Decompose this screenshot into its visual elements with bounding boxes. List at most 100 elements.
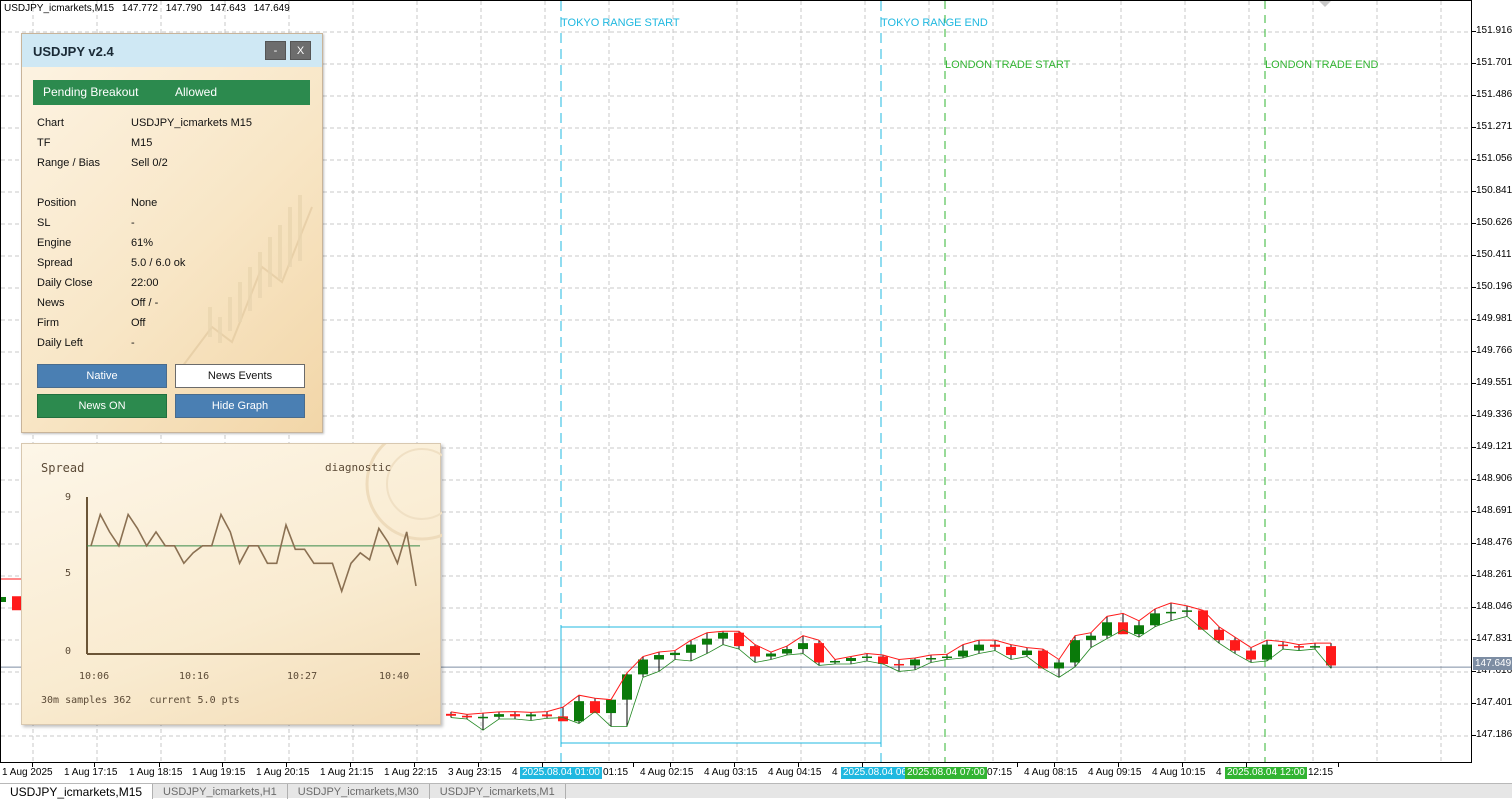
price-axis[interactable]: 151.916 151.701 151.486 151.271 151.056 150.8…: [1472, 0, 1512, 763]
candle-body: [1022, 650, 1032, 656]
row-value-position: None: [131, 197, 158, 209]
price-tick-mark: [1472, 479, 1476, 480]
time-tick-label: 07:15: [987, 767, 1013, 778]
price-tick-label: 148.476: [1476, 537, 1512, 548]
candle-body: [638, 659, 648, 675]
price-tick-mark: [1472, 735, 1476, 736]
native-button[interactable]: Native: [37, 364, 167, 388]
news-events-button[interactable]: News Events: [175, 364, 305, 388]
time-tick-mark: [734, 763, 735, 767]
tab-usdjpy-m1[interactable]: USDJPY_icmarkets,M1: [430, 784, 566, 799]
row-value-firm: Off: [131, 317, 146, 329]
ohlc-open: 147.772: [121, 3, 158, 14]
spread-widget-tag: diagnostic: [325, 461, 392, 474]
price-tick-mark: [1472, 447, 1476, 448]
hide-graph-button[interactable]: Hide Graph: [175, 394, 305, 418]
london-trade-end-label: LONDON TRADE END: [1265, 59, 1379, 71]
current-price-label: 147.649: [1473, 657, 1512, 670]
row-label-tf: TF: [37, 137, 51, 149]
price-tick-mark: [1472, 95, 1476, 96]
price-tick-label: 151.486: [1476, 89, 1512, 100]
price-tick-label: 148.261: [1476, 569, 1512, 580]
time-axis[interactable]: 1 Aug 2025 1 Aug 17:15 1 Aug 18:15 1 Aug 19…: [0, 763, 1472, 783]
time-tick-label: 4 Aug 10:15: [1152, 767, 1206, 778]
scroll-marker-icon[interactable]: [1319, 1, 1331, 7]
widget-bg-art: [386, 448, 442, 520]
time-tick-mark: [350, 763, 351, 767]
mode-status-bar: Pending Breakout Allowed: [33, 80, 310, 105]
candle: [526, 712, 536, 721]
candle-body: [670, 652, 680, 656]
price-tick-label: 149.981: [1476, 313, 1512, 324]
row-label-chart: Chart: [37, 117, 64, 129]
time-tick-label: 4: [512, 767, 518, 778]
tab-usdjpy-m30[interactable]: USDJPY_icmarkets,M30: [288, 784, 430, 799]
spread-graph-canvas: [86, 444, 442, 655]
row-value-daily-close: 22:00: [131, 277, 159, 289]
price-tick-mark: [1472, 607, 1476, 608]
time-tick-label: 1 Aug 18:15: [129, 767, 183, 778]
row-value-chart: USDJPY_icmarkets M15: [131, 117, 253, 129]
price-tick-label: 148.691: [1476, 505, 1512, 516]
candle-body: [718, 632, 728, 639]
candle-body: [1294, 646, 1304, 648]
candle: [1166, 602, 1176, 621]
candle-body: [1134, 625, 1144, 635]
candle-body: [878, 656, 888, 664]
price-tick-label: 151.271: [1476, 121, 1512, 132]
candle-body: [1150, 613, 1160, 626]
time-tick-label: 1 Aug 21:15: [320, 767, 374, 778]
spread-x-tick: 10:16: [179, 671, 210, 682]
price-tick-label: 149.766: [1476, 345, 1512, 356]
candle-body: [12, 596, 21, 611]
time-tick-mark: [1017, 763, 1018, 767]
time-tick-label: 3 Aug 23:15: [448, 767, 502, 778]
spread-x-tick: 10:06: [79, 671, 110, 682]
candle: [686, 640, 696, 661]
candle-body: [526, 714, 536, 717]
price-tick-label: 151.056: [1476, 153, 1512, 164]
tokyo-range-start-label: TOKYO RANGE START: [561, 17, 680, 29]
time-tick-mark: [94, 763, 95, 767]
news-on-button[interactable]: News ON: [37, 394, 167, 418]
row-value-engine: 61%: [131, 237, 154, 249]
time-tick-label: 4 Aug 08:15: [1024, 767, 1078, 778]
candle-body: [974, 644, 984, 651]
tab-usdjpy-m15[interactable]: USDJPY_icmarkets,M15: [0, 784, 154, 799]
candle-body: [686, 644, 696, 653]
ohlc-low: 147.643: [209, 3, 246, 14]
time-tick-label: 4: [1216, 767, 1222, 778]
row-label-position: Position: [37, 197, 77, 209]
candle-body: [846, 658, 856, 661]
spread-footer: 30m samples 362 current 5.0 pts: [41, 695, 240, 706]
price-tick-mark: [1472, 511, 1476, 512]
time-tick-mark: [414, 763, 415, 767]
candle-body: [782, 649, 792, 654]
close-button[interactable]: X: [290, 41, 311, 60]
row-label-news: News: [37, 297, 65, 309]
time-tick-label: 1 Aug 17:15: [64, 767, 118, 778]
row-value-range-bias: Sell 0/2: [131, 157, 168, 169]
time-tick-label: 1 Aug 22:15: [384, 767, 438, 778]
time-tick-mark: [633, 763, 634, 767]
candle-body: [1070, 640, 1080, 663]
candle-body: [1054, 662, 1064, 669]
price-tick-mark: [1472, 287, 1476, 288]
symbol-timeframe: USDJPY_icmarkets,M15: [4, 3, 115, 14]
candle: [942, 654, 952, 660]
tab-usdjpy-h1[interactable]: USDJPY_icmarkets,H1: [153, 784, 288, 799]
candle: [974, 640, 984, 654]
candle-body: [478, 716, 488, 719]
row-label-daily-close: Daily Close: [37, 277, 93, 289]
time-tick-mark: [1054, 763, 1055, 767]
candle: [830, 659, 840, 664]
minimize-button[interactable]: -: [265, 41, 286, 60]
time-tick-label: 1 Aug 20:15: [256, 767, 310, 778]
time-tick-label: 4 Aug 09:15: [1088, 767, 1142, 778]
row-label-range-bias: Range / Bias: [37, 157, 100, 169]
price-tick-label: 151.916: [1476, 25, 1512, 36]
panel-header[interactable]: USDJPY v2.4 - X: [22, 34, 322, 67]
candle-body: [894, 663, 904, 666]
row-value-spread: 5.0 / 6.0 ok: [131, 257, 186, 269]
spread-y-tick: 9: [65, 492, 72, 503]
